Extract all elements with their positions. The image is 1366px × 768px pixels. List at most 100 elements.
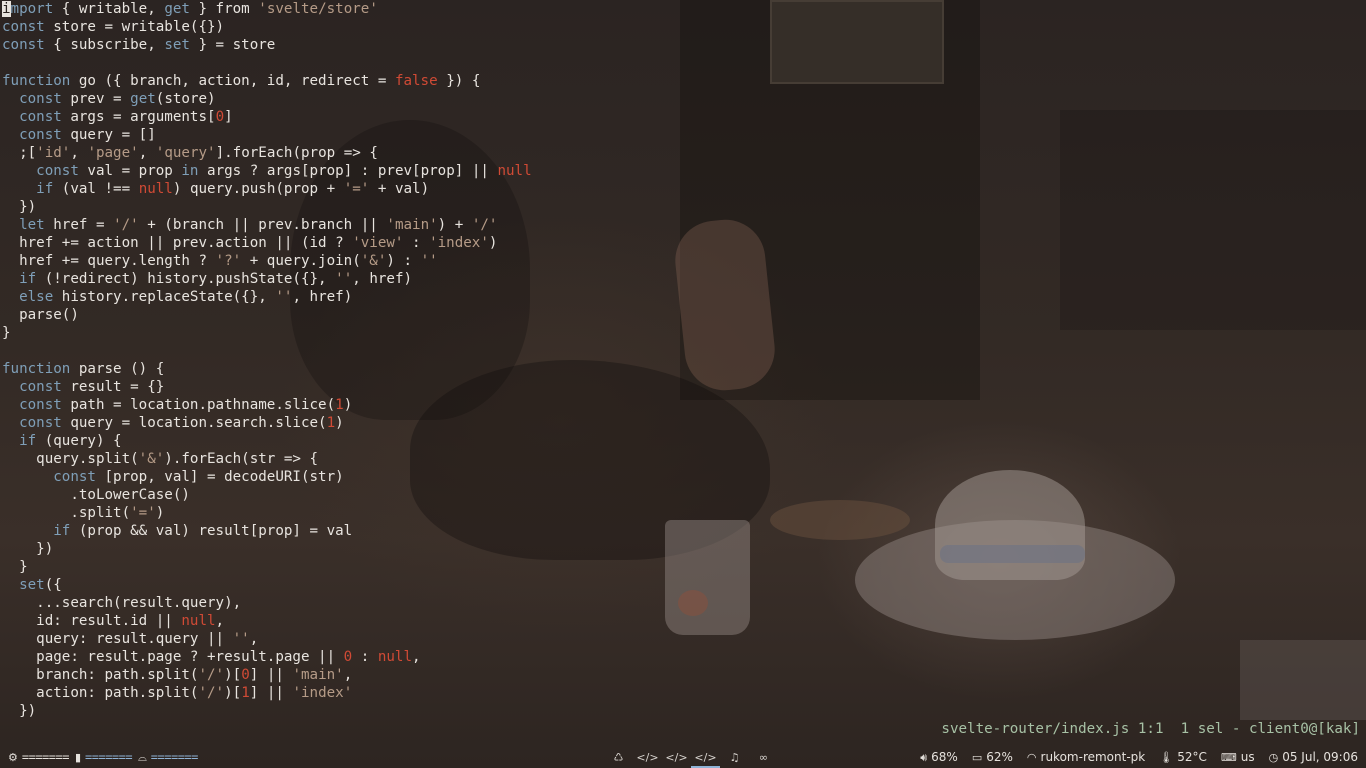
code-line[interactable]: .toLowerCase() <box>2 486 532 504</box>
code-token: }) <box>2 199 37 215</box>
code-line[interactable]: const path = location.pathname.slice(1) <box>2 396 532 414</box>
code-token: (query) { <box>36 433 122 449</box>
code-token: store = writable({}) <box>44 19 225 35</box>
wallpaper-window <box>770 0 944 84</box>
code-token: } <box>2 559 28 575</box>
code-line[interactable]: id: result.id || null, <box>2 612 532 630</box>
code-line[interactable]: const store = writable({}) <box>2 18 532 36</box>
code-editor-buffer[interactable]: import { writable, get } from 'svelte/st… <box>2 0 532 720</box>
code-token: '' <box>420 253 438 269</box>
code-token: , <box>249 631 259 647</box>
code-line[interactable]: const query = location.search.slice(1) <box>2 414 532 432</box>
code-icon: </> <box>694 750 717 764</box>
code-token: null <box>377 649 413 665</box>
code-line[interactable]: }) <box>2 540 532 558</box>
code-line[interactable]: } <box>2 558 532 576</box>
clock[interactable]: ◷ 05 Jul, 09:06 <box>1269 750 1358 764</box>
code-token: } <box>2 325 11 341</box>
code-line[interactable]: if (!redirect) history.pushState({}, '',… <box>2 270 532 288</box>
workspace-6-button[interactable]: ∞ <box>749 746 778 768</box>
workspace-3-button[interactable]: </> <box>662 746 691 768</box>
workspace-2-button[interactable]: </> <box>633 746 662 768</box>
code-line[interactable]: ...search(result.query), <box>2 594 532 612</box>
code-token: href += action || prev.action || (id ? <box>2 235 353 251</box>
workspace-4-button[interactable]: </> <box>691 746 720 768</box>
memory-meter-bar: ======= <box>85 750 133 764</box>
code-line[interactable]: function go ({ branch, action, id, redir… <box>2 72 532 90</box>
code-token: 'main' <box>292 667 344 683</box>
code-line[interactable]: if (query) { <box>2 432 532 450</box>
code-line[interactable]: }) <box>2 702 532 720</box>
code-line[interactable]: const query = [] <box>2 126 532 144</box>
wallpaper-hat-band <box>940 545 1085 563</box>
code-token: , <box>70 145 88 161</box>
temperature-indicator[interactable]: 🌡︎ 52°C <box>1159 750 1207 764</box>
wifi-indicator[interactable]: ◠ rukom-remont-pk <box>1027 750 1145 764</box>
code-line[interactable]: let href = '/' + (branch || prev.branch … <box>2 216 532 234</box>
memory-icon: ▮ <box>74 750 82 764</box>
code-line[interactable]: }) <box>2 198 532 216</box>
code-token: 'main' <box>386 217 438 233</box>
code-token: if <box>53 523 71 539</box>
code-line[interactable]: .split('=') <box>2 504 532 522</box>
code-line[interactable]: const prev = get(store) <box>2 90 532 108</box>
workspace-1-button[interactable]: ♺ <box>604 746 633 768</box>
battery-indicator[interactable]: ▭ 62% <box>972 750 1013 764</box>
code-line[interactable]: query.split('&').forEach(str => { <box>2 450 532 468</box>
code-line[interactable]: set({ <box>2 576 532 594</box>
code-token: 'page' <box>87 145 139 161</box>
music-icon: ♫ <box>729 750 740 764</box>
code-line[interactable]: const val = prop in args ? args[prop] : … <box>2 162 531 180</box>
code-token: parse () { <box>70 361 165 377</box>
code-token: if <box>36 181 54 197</box>
code-token: + (branch || prev.branch || <box>138 217 387 233</box>
code-line[interactable]: } <box>2 324 532 342</box>
code-line[interactable]: action: path.split('/')[1] || 'index' <box>2 684 532 702</box>
code-line[interactable]: branch: path.split('/')[0] || 'main', <box>2 666 532 684</box>
keyboard-layout-value: us <box>1240 750 1255 764</box>
code-token: ] || <box>249 685 293 701</box>
code-line[interactable] <box>2 342 532 360</box>
system-tray: 🔊︎ 68% ▭ 62% ◠ rukom-remont-pk 🌡︎ 52°C ⌨… <box>920 746 1358 768</box>
code-line[interactable]: href += action || prev.action || (id ? '… <box>2 234 532 252</box>
code-line[interactable]: href += query.length ? '?' + query.join(… <box>2 252 532 270</box>
code-line[interactable]: page: result.page ? +result.page || 0 : … <box>2 648 532 666</box>
code-token: , <box>215 613 225 629</box>
code-line[interactable]: if (val !== null) query.push(prop + '=' … <box>2 180 532 198</box>
memory-meter[interactable]: ▮ ======= <box>74 750 133 764</box>
code-line[interactable]: if (prop && val) result[prop] = val <box>2 522 532 540</box>
code-line[interactable]: function parse () { <box>2 360 532 378</box>
cpu-meter[interactable]: ⚙ ======= <box>8 750 69 764</box>
code-token: ...search(result.query), <box>2 595 242 611</box>
code-token: .toLowerCase() <box>2 487 190 503</box>
code-line[interactable]: const args = arguments[0] <box>2 108 532 126</box>
workspace-5-button[interactable]: ♫ <box>720 746 749 768</box>
code-line[interactable]: query: result.query || '', <box>2 630 532 648</box>
code-line[interactable]: const { subscribe, set } = store <box>2 36 532 54</box>
code-token: page: result.page ? +result.page || <box>2 649 344 665</box>
code-line[interactable]: const [prop, val] = decodeURI(str) <box>2 468 532 486</box>
code-token: query: result.query || <box>2 631 233 647</box>
code-token: + val) <box>369 181 430 197</box>
code-token: set <box>19 577 45 593</box>
wifi-icon: ◠ <box>1026 750 1037 764</box>
code-line[interactable]: parse() <box>2 306 532 324</box>
code-token: ].forEach(prop => { <box>215 145 378 161</box>
code-token: )[ <box>224 667 242 683</box>
code-line[interactable]: const result = {} <box>2 378 532 396</box>
code-line[interactable]: else history.replaceState({}, '', href) <box>2 288 532 306</box>
code-line[interactable] <box>2 54 532 72</box>
cpu-meter-bar: ======= <box>21 750 70 764</box>
code-line[interactable]: import { writable, get } from 'svelte/st… <box>2 0 532 18</box>
volume-indicator[interactable]: 🔊︎ 68% <box>920 750 958 764</box>
disk-meter[interactable]: ⌓ ======= <box>138 750 198 764</box>
code-token: '/' <box>471 217 498 233</box>
code-token: , href) <box>292 289 353 305</box>
disk-meter-bar: ======= <box>150 750 199 764</box>
code-line[interactable]: ;['id', 'page', 'query'].forEach(prop =>… <box>2 144 532 162</box>
keyboard-layout-indicator[interactable]: ⌨ us <box>1221 750 1255 764</box>
